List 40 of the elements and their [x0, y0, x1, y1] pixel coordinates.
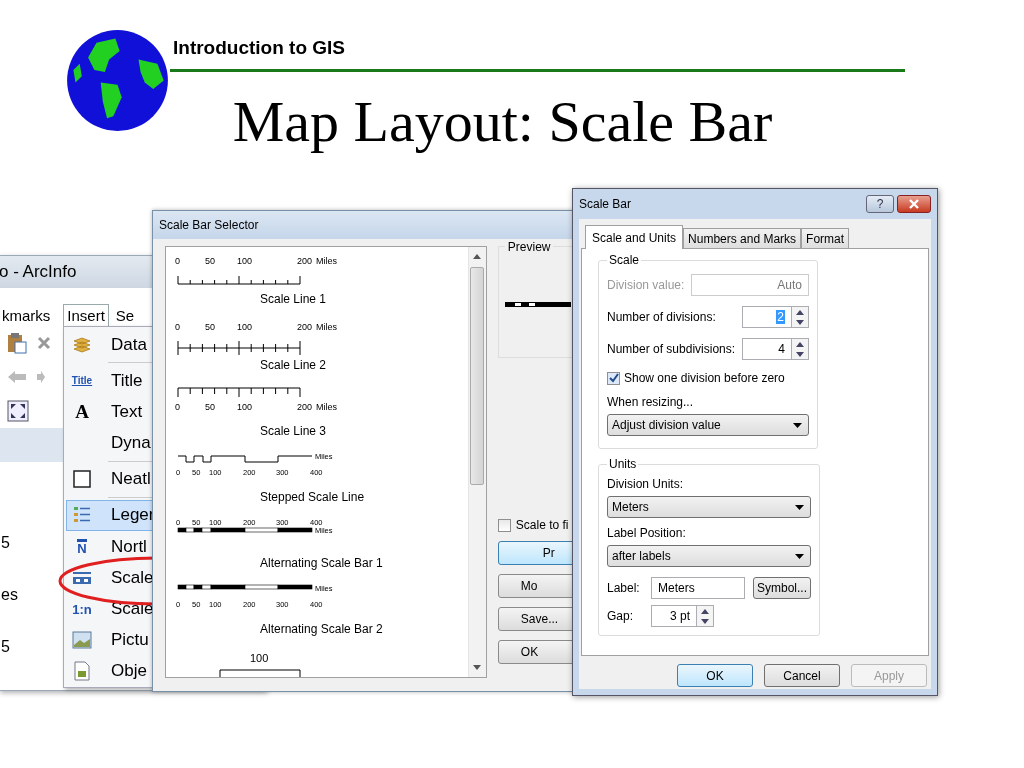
slide-title: Map Layout: Scale Bar — [232, 90, 773, 154]
dialog-title: Scale Bar Selector — [159, 217, 259, 234]
window-title: o - ArcInfo — [0, 261, 77, 283]
field-label: Division value: — [607, 278, 685, 292]
scale-units: Miles — [316, 256, 337, 266]
group-label: Preview — [504, 240, 554, 254]
group-label: Units — [608, 457, 638, 471]
list-text: es — [1, 586, 18, 604]
text-icon: A — [75, 400, 89, 423]
checkbox-label: Show one division before zero — [624, 371, 785, 385]
field-label: Label Position: — [607, 526, 686, 540]
scale-number: 0 — [175, 402, 180, 412]
scale-number: 0 — [175, 322, 180, 332]
list-text: 5 — [1, 638, 10, 656]
scale-number: 200 — [297, 256, 313, 266]
scale-number: 200 — [297, 402, 313, 412]
title-icon: Title — [71, 375, 93, 387]
scale-number: 100 — [237, 322, 253, 332]
scale-number: 0 — [175, 256, 180, 266]
scale-units: Miles — [316, 402, 337, 412]
scale-number: 100 — [250, 652, 269, 664]
scale-number: 50 — [205, 256, 215, 266]
dialog-title: Scale Bar — [579, 197, 632, 211]
group-label: Scale — [608, 253, 641, 267]
scale-number: 50 — [205, 402, 215, 412]
scale-units: Miles — [316, 322, 337, 332]
field-label: Number of divisions: — [607, 310, 716, 324]
scale-number: 200 — [297, 322, 313, 332]
slide-subtitle: Introduction to GIS — [173, 37, 346, 59]
field-label: Gap: — [607, 609, 634, 623]
checkbox-label: Scale to fi — [515, 518, 569, 532]
scale-text-icon: 1:n — [72, 601, 92, 617]
scale-number: 50 — [205, 322, 215, 332]
scale-number: 100 — [237, 256, 253, 266]
field-label: Number of subdivisions: — [607, 342, 736, 356]
scale-number: 100 — [237, 402, 253, 412]
field-label: Division Units: — [607, 477, 684, 491]
list-text: 5 — [1, 534, 10, 552]
field-label: Label: — [607, 581, 641, 595]
field-label: When resizing... — [607, 395, 694, 409]
